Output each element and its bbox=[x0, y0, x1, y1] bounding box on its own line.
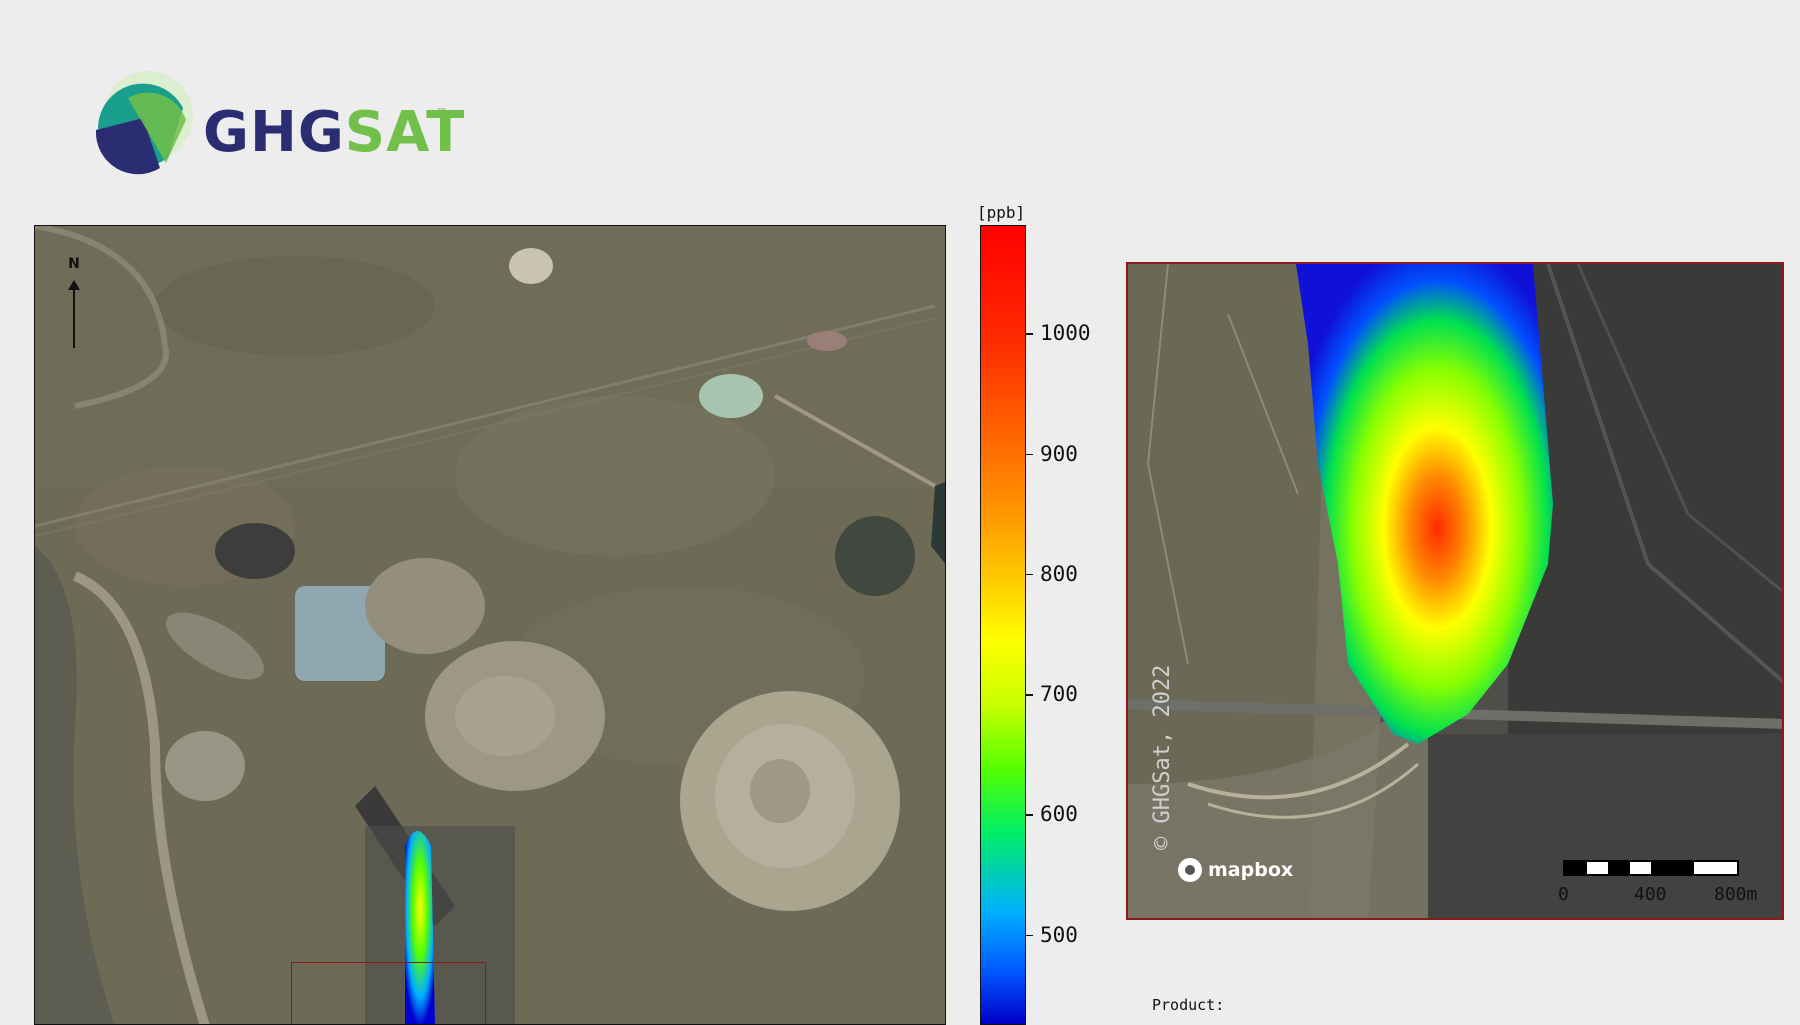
colorbar-tick bbox=[1025, 573, 1033, 576]
copyright-watermark: © GHGSat, 2022 bbox=[1150, 664, 1175, 850]
brand-ghg: GHG bbox=[203, 100, 345, 165]
colorbar-tick bbox=[1025, 814, 1033, 816]
colorbar-unit: [ppb] bbox=[977, 203, 1026, 222]
colorbar-tick-label: 700 bbox=[1040, 682, 1078, 707]
scale-label-0: 0 bbox=[1558, 884, 1569, 905]
inset-plume-view[interactable] bbox=[1126, 262, 1784, 920]
north-arrow-icon bbox=[68, 280, 80, 348]
trademark: ™ bbox=[436, 106, 448, 120]
colorbar-tick-label: 600 bbox=[1040, 802, 1078, 827]
mapbox-icon bbox=[1178, 858, 1202, 882]
region-of-interest-box bbox=[291, 962, 486, 1024]
mapbox-attribution[interactable]: mapbox bbox=[1178, 858, 1293, 882]
inset-imagery bbox=[1128, 264, 1782, 918]
main-satellite-map[interactable]: N bbox=[34, 225, 946, 1025]
colorbar-tick-label: 500 bbox=[1040, 922, 1078, 947]
scale-bar bbox=[1563, 860, 1739, 876]
colorbar-tick-label: 900 bbox=[1040, 441, 1078, 466]
ghgsat-globe-icon bbox=[95, 71, 193, 175]
colorbar-tick bbox=[1025, 934, 1033, 937]
north-label: N bbox=[68, 256, 80, 272]
ghgsat-logo: GHGSAT ™ bbox=[88, 68, 468, 178]
scale-label-400: 400 bbox=[1634, 884, 1667, 905]
colorbar-tick bbox=[1025, 694, 1033, 696]
brand-name: GHGSAT bbox=[203, 100, 465, 165]
colorbar bbox=[980, 225, 1026, 1025]
colorbar-tick bbox=[1025, 453, 1033, 456]
colorbar-tick bbox=[1025, 333, 1033, 335]
scale-label-800m: 800m bbox=[1714, 884, 1758, 905]
colorbar-tick-label: 800 bbox=[1040, 561, 1078, 586]
product-label: Product: bbox=[1152, 996, 1225, 1014]
north-arrow: N bbox=[63, 256, 85, 348]
main-map-imagery bbox=[35, 226, 945, 1024]
mapbox-label: mapbox bbox=[1208, 859, 1294, 881]
colorbar-tick-label: 1000 bbox=[1040, 321, 1091, 346]
